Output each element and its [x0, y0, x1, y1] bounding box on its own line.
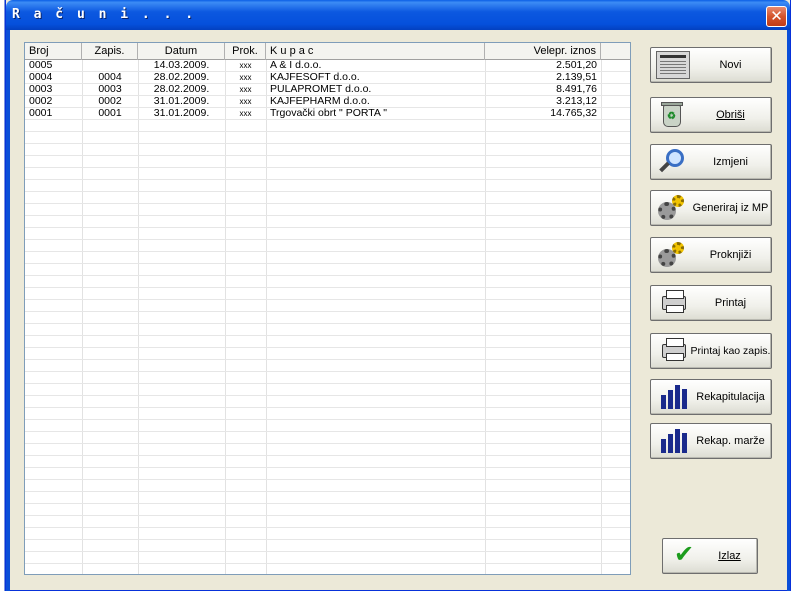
window-title: R a č u n i . . . — [12, 7, 197, 22]
printaj-kao-zapis-button[interactable]: Printaj kao zapis. — [650, 333, 772, 369]
column-header-broj[interactable]: Broj — [25, 43, 82, 60]
izlaz-label: Izlaz — [718, 550, 741, 562]
cell-zapis — [82, 60, 138, 72]
list-rows: 0005 14.03.2009. xxx A & I d.o.o. 2.501,… — [25, 60, 630, 574]
table-row[interactable]: 0002 0002 31.01.2009. xxx KAJFEPHARM d.o… — [25, 96, 630, 108]
printaj-button[interactable]: Printaj — [650, 285, 772, 321]
table-row[interactable]: 0003 0003 28.02.2009. xxx PULAPROMET d.o… — [25, 84, 630, 96]
column-header-kupac[interactable]: K u p a c — [266, 43, 485, 60]
bar-chart-icon — [656, 427, 690, 455]
gears-icon — [656, 241, 690, 269]
printaj-kao-zapis-label: Printaj kao zapis. — [690, 345, 771, 357]
cell-prok: xxx — [239, 109, 252, 118]
cell-prok: xxx — [239, 73, 252, 82]
cell-iznos: 2.139,51 — [556, 72, 597, 83]
window-frame-right — [787, 30, 790, 591]
obrisi-label: Obriši — [716, 109, 745, 121]
novi-label: Novi — [719, 59, 742, 71]
proknjizi-label: Proknjiži — [709, 249, 752, 261]
rekap-marze-button[interactable]: Rekap. marže — [650, 423, 772, 459]
cell-prok: xxx — [239, 61, 252, 70]
close-button[interactable]: ✕ — [766, 6, 787, 27]
table-row[interactable]: 0004 0004 28.02.2009. xxx KAJFESOFT d.o.… — [25, 72, 630, 84]
novi-button[interactable]: Novi — [650, 47, 772, 83]
cell-datum: 31.01.2009. — [153, 108, 210, 119]
rekapitulacija-label: Rekapitulacija — [696, 391, 765, 403]
cell-broj: 0005 — [29, 60, 53, 71]
racuni-window: R a č u n i . . . ✕ Broj Zapis. Datum Pr… — [5, 0, 791, 591]
cell-datum: 14.03.2009. — [153, 60, 210, 71]
cell-datum: 31.01.2009. — [153, 96, 210, 107]
cell-kupac: PULAPROMET d.o.o. — [270, 84, 372, 95]
cell-kupac: KAJFEPHARM d.o.o. — [270, 96, 370, 107]
checkmark-icon: ✔ — [674, 540, 695, 568]
cell-broj: 0003 — [29, 84, 53, 95]
cell-iznos: 14.765,32 — [550, 108, 597, 119]
gears-icon — [656, 194, 690, 222]
cell-broj: 0002 — [29, 96, 53, 107]
cell-kupac: A & I d.o.o. — [270, 60, 322, 71]
cell-zapis: 0001 — [98, 108, 122, 119]
generiraj-label: Generiraj iz MP — [692, 202, 769, 214]
recycle-bin-icon: ♻ — [656, 101, 690, 129]
cell-zapis: 0003 — [98, 84, 122, 95]
rekapitulacija-button[interactable]: Rekapitulacija — [650, 379, 772, 415]
document-icon — [656, 51, 690, 79]
cell-datum: 28.02.2009. — [153, 84, 210, 95]
cell-zapis: 0004 — [98, 72, 122, 83]
generiraj-button[interactable]: Generiraj iz MP — [650, 190, 772, 226]
cell-iznos: 2.501,20 — [556, 60, 597, 71]
table-row[interactable]: 0001 0001 31.01.2009. xxx Trgovački obrt… — [25, 108, 630, 120]
printer-icon — [656, 337, 690, 365]
column-header-empty — [601, 43, 630, 60]
column-header-datum[interactable]: Datum — [138, 43, 225, 60]
column-header-iznos[interactable]: Velepr. iznos — [485, 43, 601, 60]
invoice-list[interactable]: Broj Zapis. Datum Prok. K u p a c Velepr… — [24, 42, 631, 575]
cell-broj: 0001 — [29, 108, 53, 119]
proknjizi-button[interactable]: Proknjiži — [650, 237, 772, 273]
bar-chart-icon — [656, 383, 690, 411]
izlaz-button[interactable]: ✔ Izlaz — [662, 538, 758, 574]
rekap-marze-label: Rekap. marže — [696, 435, 765, 447]
cell-broj: 0004 — [29, 72, 53, 83]
cell-kupac: KAJFESOFT d.o.o. — [270, 72, 360, 83]
cell-datum: 28.02.2009. — [153, 72, 210, 83]
cell-kupac: Trgovački obrt " PORTA " — [270, 108, 387, 119]
cell-prok: xxx — [239, 85, 252, 94]
magnifier-icon — [656, 148, 690, 176]
printer-icon — [656, 289, 690, 317]
obrisi-button[interactable]: ♻ Obriši — [650, 97, 772, 133]
close-icon: ✕ — [770, 7, 783, 25]
list-header: Broj Zapis. Datum Prok. K u p a c Velepr… — [25, 43, 630, 60]
cell-iznos: 3.213,12 — [556, 96, 597, 107]
izmjeni-label: Izmjeni — [713, 156, 748, 168]
cell-zapis: 0002 — [98, 96, 122, 107]
window-frame-left — [6, 30, 10, 591]
column-header-zapis[interactable]: Zapis. — [82, 43, 138, 60]
column-header-prok[interactable]: Prok. — [225, 43, 266, 60]
printaj-label: Printaj — [714, 297, 747, 309]
cell-iznos: 8.491,76 — [556, 84, 597, 95]
izmjeni-button[interactable]: Izmjeni — [650, 144, 772, 180]
title-bar[interactable]: R a č u n i . . . ✕ — [6, 0, 790, 30]
cell-prok: xxx — [239, 97, 252, 106]
table-row[interactable]: 0005 14.03.2009. xxx A & I d.o.o. 2.501,… — [25, 60, 630, 72]
